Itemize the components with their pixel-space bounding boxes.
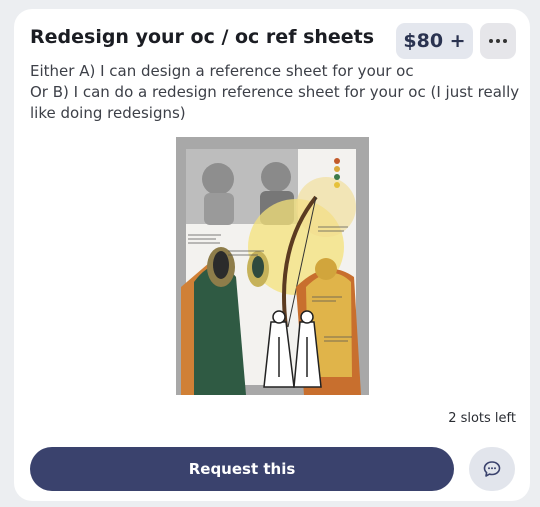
example-artwork-image[interactable] [176, 137, 369, 395]
chat-bubble-icon [483, 461, 501, 477]
commission-card: Redesign your oc / oc ref sheets $80 + E… [14, 9, 530, 501]
description-line: Either A) I can design a reference sheet… [30, 62, 414, 80]
request-button[interactable]: Request this [30, 447, 454, 491]
message-button[interactable] [469, 447, 515, 491]
reference-sheet-illustration [176, 137, 369, 395]
description-line: Or B) I can do a redesign reference shee… [30, 83, 520, 122]
price-badge: $80 + [396, 23, 473, 59]
more-options-button[interactable] [480, 23, 516, 59]
listing-description: Either A) I can design a reference sheet… [30, 61, 520, 124]
listing-title: Redesign your oc / oc ref sheets [30, 26, 375, 48]
more-horizontal-icon [489, 39, 507, 43]
slots-left-label: 2 slots left [448, 411, 516, 426]
